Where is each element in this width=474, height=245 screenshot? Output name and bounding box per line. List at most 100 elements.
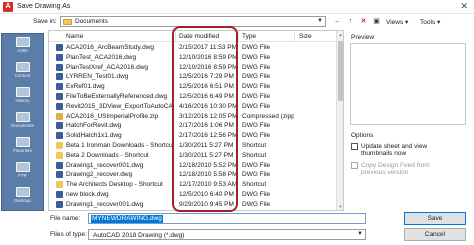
place-content[interactable]: Content (2, 60, 43, 85)
place-favorites[interactable]: Favorites (2, 135, 43, 160)
title-bar: A Save Drawing As ✕ (0, 0, 474, 14)
chevron-down-icon: ▼ (357, 231, 363, 237)
desktop-icon (15, 187, 30, 197)
documents-icon (15, 112, 30, 122)
place-a360[interactable]: A360 (2, 35, 43, 60)
content-icon (15, 62, 30, 72)
dwg-file-icon (56, 161, 63, 169)
place-label: Favorites (13, 148, 32, 153)
file-type-cell: DWG File (242, 44, 271, 51)
autocad-logo-icon: A (3, 2, 13, 12)
save-button[interactable]: Save (404, 212, 466, 225)
file-name-input[interactable]: MYNEWDRAWING.dwg (88, 213, 366, 224)
dwg-file-icon (56, 102, 63, 110)
scroll-up-icon[interactable]: ▲ (337, 32, 343, 37)
file-type-cell: DWG File (242, 161, 271, 169)
ftp-icon (15, 162, 30, 172)
copy-design-feed-label-2: previous version (361, 169, 409, 176)
vertical-scrollbar[interactable]: ▲ ▼ (336, 31, 343, 210)
file-name-cell: FileToBeExternallyReferenced.dwg (66, 93, 168, 100)
file-type-cell: Shortcut (242, 142, 267, 149)
file-type-label: Files of type: (50, 231, 87, 238)
place-history[interactable]: History (2, 85, 43, 110)
column-divider[interactable] (238, 32, 239, 41)
file-name-cell: Beta 2 Downloads - Shortcut (66, 151, 149, 159)
dwg-file-icon (56, 171, 63, 179)
new-folder-icon[interactable]: ▣ (371, 16, 382, 27)
file-name-value: MYNEWDRAWING.dwg (91, 215, 163, 223)
places-bar: A360 Content History Documents Favorites… (1, 33, 44, 211)
file-type-cell: DWG File (242, 132, 271, 140)
date-column-highlight (172, 26, 238, 212)
file-name-cell: PlanTest_ACA2016.dwg (66, 53, 137, 61)
file-name-cell: Drawing1_recover001.dwg (66, 161, 144, 169)
place-label: FTP (18, 173, 27, 178)
file-type-cell: DWG File (242, 93, 271, 100)
dwg-file-icon (56, 200, 63, 208)
place-documents[interactable]: Documents (2, 110, 43, 135)
file-type-cell: DWG File (242, 83, 271, 91)
options-label: Options (351, 132, 374, 139)
dwg-file-icon (56, 191, 63, 198)
tools-menu[interactable]: Tools ▾ (420, 18, 440, 26)
file-name-cell: PlanTestXref_ACA2016.dwg (66, 63, 149, 71)
views-menu[interactable]: Views ▾ (386, 18, 408, 26)
scroll-thumb[interactable] (338, 41, 343, 101)
dwg-file-icon (56, 63, 63, 71)
file-name-cell: Beta 1 Ironman Downloads - Shortcut (66, 142, 174, 149)
update-thumbnails-checkbox[interactable] (351, 143, 358, 150)
save-in-value: Documents (75, 18, 108, 25)
file-type-dropdown[interactable]: AutoCAD 2018 Drawing (*.dwg) ▼ (88, 229, 366, 240)
place-label: Documents (11, 123, 34, 128)
file-name-cell: ACA2016_USImperialProfile.zip (66, 112, 159, 120)
shortcut-folder-icon (56, 142, 63, 149)
file-name-cell: HatchForRevit.dwg (66, 122, 122, 130)
chevron-down-icon: ▼ (317, 18, 323, 24)
window-title: Save Drawing As (17, 3, 71, 10)
back-icon[interactable]: ← (332, 16, 343, 27)
place-label: A360 (17, 48, 28, 53)
column-header-name[interactable]: Name (66, 33, 83, 40)
dwg-file-icon (56, 83, 63, 91)
sort-caret-icon: ^ (89, 30, 92, 35)
dwg-file-icon (56, 53, 63, 61)
file-type-cell: DWG File (242, 63, 271, 71)
copy-design-feed-checkbox[interactable] (351, 162, 358, 169)
folder-icon (63, 19, 72, 25)
history-icon (15, 87, 30, 97)
file-type-cell: Shortcut (242, 181, 267, 189)
file-type-value: AutoCAD 2018 Drawing (*.dwg) (93, 232, 185, 239)
column-divider[interactable] (294, 32, 295, 41)
file-type-cell: DWG File (242, 200, 271, 208)
file-name-label: File name: (50, 215, 81, 222)
save-in-label: Save in: (33, 18, 57, 25)
dwg-file-icon (56, 73, 63, 81)
file-type-cell: DWG File (242, 53, 271, 61)
file-type-cell: DWG File (242, 191, 271, 198)
shortcut-folder-icon (56, 181, 63, 189)
shortcut-folder-icon (56, 151, 63, 159)
dwg-file-icon (56, 44, 63, 51)
file-name-cell: ExRef01.dwg (66, 83, 105, 91)
delete-icon[interactable]: ✕ (358, 16, 369, 27)
dwg-file-icon (56, 122, 63, 130)
file-name-cell: SolidHatch1x1.dwg (66, 132, 122, 140)
file-type-cell: Compressed (zipp... (242, 112, 294, 120)
favorites-icon (15, 137, 30, 147)
dwg-file-icon (56, 132, 63, 140)
column-header-size[interactable]: Size (299, 33, 312, 40)
close-button[interactable]: ✕ (460, 2, 468, 11)
up-folder-icon[interactable]: ↑ (345, 16, 356, 27)
file-type-cell: DWG File (242, 122, 271, 130)
place-ftp[interactable]: FTP (2, 160, 43, 185)
file-type-cell: DWG File (242, 73, 271, 81)
file-type-cell: DWG File (242, 171, 271, 179)
file-name-cell: The Architects Desktop - Shortcut (66, 181, 163, 189)
place-label: Content (14, 73, 31, 78)
column-header-type[interactable]: Type (242, 33, 256, 40)
copy-design-feed-label: Copy Design Feed from (361, 162, 430, 169)
place-desktop[interactable]: Desktop (2, 185, 43, 210)
file-name-cell: LYRREN_Test01.dwg (66, 73, 129, 81)
cancel-button[interactable]: Cancel (404, 228, 466, 241)
scroll-down-icon[interactable]: ▼ (337, 204, 343, 209)
